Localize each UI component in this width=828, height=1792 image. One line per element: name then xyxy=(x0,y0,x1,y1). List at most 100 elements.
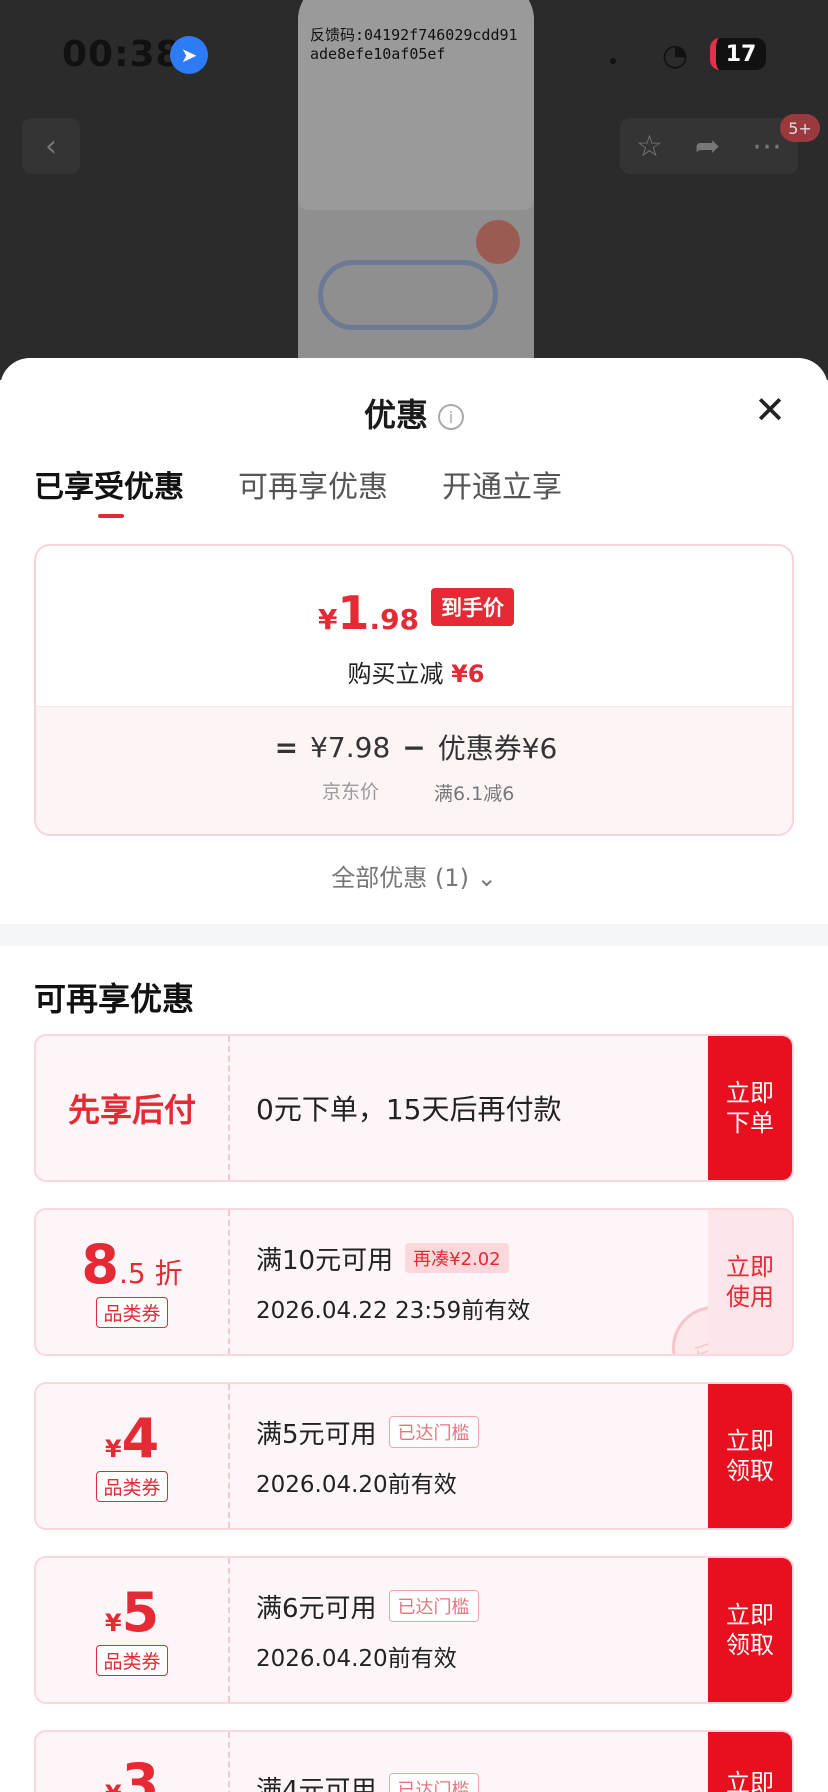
tab-activate-offers[interactable]: 开通立享 xyxy=(442,462,562,506)
amount-number: 3 xyxy=(121,1752,160,1792)
claim-now-button[interactable]: 立即领取 xyxy=(708,1558,792,1702)
star-icon[interactable]: ☆ xyxy=(636,129,663,164)
coupon-left: 8 .5 折 品类券 xyxy=(36,1210,230,1354)
price-currency: ¥ xyxy=(317,603,338,636)
coupon-left: ¥ 3 xyxy=(36,1732,230,1792)
coupon-condition: 满4元可用 已达门槛 xyxy=(256,1770,479,1792)
price-summary-card: ¥ 1 .98 到手价 购买立减 ¥6 = ¥7.98 − 优惠券¥6 京东价 … xyxy=(34,544,794,836)
final-price: ¥ 1 .98 到手价 xyxy=(36,586,792,640)
coupon-card: ¥ 3 满4元可用 已达门槛 立即 xyxy=(34,1730,794,1792)
purchase-reduction: 购买立减 ¥6 xyxy=(36,654,792,689)
wifi-icon: ◔ xyxy=(662,38,689,73)
amount-number: 4 xyxy=(121,1406,160,1470)
section-divider xyxy=(0,924,828,946)
coupon-deduction: 优惠券¥6 xyxy=(437,732,558,765)
category-coupon-tag: 品类券 xyxy=(96,1296,168,1328)
order-now-button[interactable]: 立即下单 xyxy=(708,1036,792,1180)
brand-logo xyxy=(476,220,520,264)
coupon-left: 先享后付 xyxy=(36,1036,230,1180)
button-label: 立即领取 xyxy=(726,1601,774,1659)
coupon-condition: 满6元可用 已达门槛 xyxy=(256,1588,479,1625)
add-more-chip: 再凑¥2.02 xyxy=(405,1243,509,1273)
button-label: 立即 xyxy=(726,1769,774,1792)
reduction-label: 购买立减 xyxy=(347,660,444,688)
top-actions: ☆ ➦ ⋯ xyxy=(620,118,798,174)
coupon-body: 满4元可用 已达门槛 xyxy=(256,1732,479,1792)
price-decimal: .98 xyxy=(369,603,420,636)
coupon-card: 8 .5 折 品类券 满10元可用 再凑¥2.02 2026.04.22 23:… xyxy=(34,1208,794,1356)
status-time: 00:38 xyxy=(62,34,182,75)
coupon-amount: 8 .5 折 xyxy=(81,1232,183,1296)
coupon-condition: 满10元可用 再凑¥2.02 xyxy=(256,1240,530,1277)
share-icon[interactable]: ➦ xyxy=(695,129,720,164)
category-coupon-tag: 品类券 xyxy=(96,1644,168,1676)
chevron-left-icon: ‹ xyxy=(45,128,57,164)
use-now-button[interactable]: 立即使用 xyxy=(708,1210,792,1354)
threshold-met-chip: 已达门槛 xyxy=(388,1590,479,1622)
category-coupon-tag: 品类券 xyxy=(96,1470,168,1502)
signal-dot-icon xyxy=(610,58,616,64)
amount-number: 8 xyxy=(81,1232,119,1296)
bottle-label xyxy=(318,260,498,330)
coupon-left: ¥ 5 品类券 xyxy=(36,1558,230,1702)
coupon-body: 满10元可用 再凑¥2.02 2026.04.22 23:59前有效 xyxy=(256,1210,530,1354)
threshold-met-chip: 已达门槛 xyxy=(388,1772,479,1792)
sheet-title-text: 优惠 xyxy=(363,396,428,434)
threshold-met-chip: 已达门槛 xyxy=(388,1416,479,1448)
final-price-tag: 到手价 xyxy=(431,588,515,626)
coupon-card: ¥ 5 品类券 满6元可用 已达门槛 2026.04.20前有效 立即领取 xyxy=(34,1556,794,1704)
all-offers-label: 全部优惠 (1) xyxy=(331,864,469,892)
coupon-validity: 2026.04.22 23:59前有效 xyxy=(256,1297,531,1324)
coupon-validity: 2026.04.20前有效 xyxy=(256,1645,457,1672)
status-bar: 00:38 ➤ 反馈码:04192f746029cdd91ade8efe10af… xyxy=(0,0,828,110)
amount-number: 5 xyxy=(121,1580,160,1644)
amount-currency: ¥ xyxy=(104,1608,122,1637)
button-label: 立即下单 xyxy=(726,1079,774,1137)
battery-indicator: 17 xyxy=(710,38,766,70)
minus-sign: − xyxy=(402,730,426,764)
jd-price-label: 京东价 xyxy=(322,781,380,803)
tab-more-offers[interactable]: 可再享优惠 xyxy=(238,462,388,506)
price-formula: = ¥7.98 − 优惠券¥6 xyxy=(36,727,792,767)
price-breakdown: = ¥7.98 − 优惠券¥6 京东价 满6.1减6 xyxy=(36,706,792,834)
price-integer: 1 xyxy=(337,586,370,640)
close-icon: ✕ xyxy=(754,388,786,432)
coupon-card: 先享后付 0元下单，15天后再付款 立即下单 xyxy=(34,1034,794,1182)
condition-text: 满5元可用 xyxy=(256,1419,377,1450)
condition-text: 满4元可用 xyxy=(256,1776,377,1792)
coupon-body: 满6元可用 已达门槛 2026.04.20前有效 xyxy=(256,1558,479,1702)
close-button[interactable]: ✕ xyxy=(752,391,788,429)
more-icon[interactable]: ⋯ xyxy=(752,129,782,164)
claim-now-button[interactable]: 立即 xyxy=(708,1732,792,1792)
amount-unit: .5 折 xyxy=(118,1256,183,1290)
message-badge: 5+ xyxy=(780,114,820,142)
sheet-title: 优惠 i xyxy=(0,390,828,436)
coupon-rule: 满6.1减6 xyxy=(434,783,515,805)
offer-tabs: 已享受优惠 可再享优惠 开通立享 xyxy=(34,462,562,518)
feedback-code: 反馈码:04192f746029cdd91ade8efe10af05ef xyxy=(310,26,518,63)
coupon-condition: 满5元可用 已达门槛 xyxy=(256,1414,479,1451)
amount-currency: ¥ xyxy=(104,1434,122,1463)
condition-text: 满6元可用 xyxy=(256,1593,377,1624)
coupon-body: 满5元可用 已达门槛 2026.04.20前有效 xyxy=(256,1384,479,1528)
all-offers-toggle[interactable]: 全部优惠 (1) ⌄ xyxy=(0,858,828,893)
claim-now-button[interactable]: 立即领取 xyxy=(708,1384,792,1528)
tab-enjoyed-offers[interactable]: 已享受优惠 xyxy=(34,462,184,518)
info-icon[interactable]: i xyxy=(438,404,464,430)
back-button[interactable]: ‹ xyxy=(22,118,80,174)
amount-currency: ¥ xyxy=(105,1780,122,1792)
reduction-amount: ¥6 xyxy=(451,660,485,688)
coupon-card: ¥ 4 品类券 满5元可用 已达门槛 2026.04.20前有效 立即领取 xyxy=(34,1382,794,1530)
coupon-amount: ¥ 3 xyxy=(105,1756,159,1792)
coupon-left: ¥ 4 品类券 xyxy=(36,1384,230,1528)
coupon-amount: ¥ 4 xyxy=(104,1406,160,1470)
coupon-amount: ¥ 5 xyxy=(104,1580,160,1644)
coupon-validity: 2026.04.20前有效 xyxy=(256,1471,457,1498)
offers-sheet: 优惠 i ✕ 已享受优惠 可再享优惠 开通立享 ¥ 1 .98 到手价 购买立减 … xyxy=(0,358,828,1792)
condition-text: 满10元可用 xyxy=(256,1245,394,1276)
coupon-desc: 0元下单，15天后再付款 xyxy=(256,1093,562,1126)
coupon-body: 0元下单，15天后再付款 xyxy=(256,1036,561,1180)
chevron-down-icon: ⌄ xyxy=(476,864,497,892)
section-title: 可再享优惠 xyxy=(34,980,195,1018)
button-label: 立即领取 xyxy=(726,1427,774,1485)
